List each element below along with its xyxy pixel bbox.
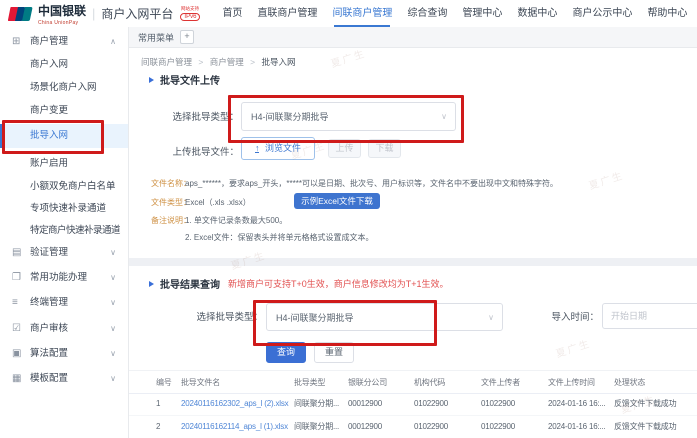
common-functions-icon: ❐ (12, 268, 21, 288)
browse-file-button[interactable]: ↑ 浏览文件 (241, 137, 315, 160)
nav-direct-merchant[interactable]: 直联商户管理 (257, 0, 317, 27)
remarks-line1: 1. 单文件记录条数最大500。 (185, 215, 287, 226)
upload-arrow-icon: ↑ (255, 144, 260, 153)
add-quick-menu-button[interactable]: + (180, 30, 194, 44)
sidebar-group-terminal-management[interactable]: ≡ 终端管理 ∨ (0, 293, 128, 313)
sidebar-item-batch-import[interactable]: 批导入网 (0, 124, 128, 148)
sample-excel-download-button[interactable]: 示例Excel文件下载 (294, 193, 380, 209)
reset-button[interactable]: 重置 (314, 342, 354, 363)
unionpay-logo-icon (8, 6, 34, 22)
sidebar-item-merchant-change[interactable]: 商户变更 (0, 101, 128, 121)
upload-section-title: 批导文件上传 (149, 72, 220, 87)
brand-divider: | (92, 6, 95, 21)
result-batch-type-label: 选择批导类型： (169, 309, 263, 323)
sidebar-item-specific-merchant-fast-channel[interactable]: 特定商户快速补录通道 (0, 221, 128, 241)
merchant-review-icon: ☑ (12, 319, 21, 339)
nav-indirect-merchant[interactable]: 间联商户管理 (332, 0, 392, 27)
result-batch-type-select[interactable]: H4-间联聚分期批导 ∨ (266, 303, 503, 331)
nav-merchant-publicity[interactable]: 商户公示中心 (572, 0, 632, 27)
sidebar: ⊞ 商户管理 ∧ 商户入网 场景化商户入网 商户变更 批导入网 账户启用 小额双… (0, 27, 129, 438)
product-title: 商户入网平台 (101, 5, 173, 22)
cert-management-icon: ▤ (12, 243, 21, 263)
sidebar-group-algorithm-config[interactable]: ▣ 算法配置 ∨ (0, 344, 128, 364)
nav-data-center[interactable]: 数据中心 (517, 0, 557, 27)
remarks-line2: 2. Excel文件：保留表头并将单元格格式设置成文本。 (185, 232, 373, 243)
sidebar-item-scenario-onboard[interactable]: 场景化商户入网 (0, 78, 128, 98)
nav-home[interactable]: 首页 (222, 0, 242, 27)
chevron-down-icon: ∨ (110, 319, 116, 339)
chevron-down-icon: ∨ (110, 369, 116, 389)
select-chevron-icon: ∨ (441, 103, 447, 130)
effective-time-notice: 新增商户可支持T+0生效，商户信息修改均为T+1生效。 (228, 277, 449, 290)
sidebar-group-common-functions[interactable]: ❐ 常用功能办理 ∨ (0, 268, 128, 288)
result-panel: 批导结果查询 新增商户可支持T+0生效，商户信息修改均为T+1生效。 选择批导类… (129, 266, 697, 438)
top-nav: 首页 直联商户管理 间联商户管理 综合查询 管理中心 数据中心 商户公示中心 帮… (222, 0, 687, 27)
merchant-onboarding-page: 中国银联 China UnionPay | 商户入网平台 网站支持 IPv6 首… (0, 0, 697, 438)
sidebar-item-special-fast-channel[interactable]: 专项快速补录通道 (0, 199, 128, 219)
upload-panel: 间联商户管理 > 商户管理 > 批导入网 批导文件上传 选择批导类型： H4-间… (129, 48, 697, 258)
top-header: 中国银联 China UnionPay | 商户入网平台 网站支持 IPv6 首… (0, 0, 697, 28)
file-link[interactable]: 20240116162114_aps_l (1).xlsx (181, 422, 294, 431)
brand-name-cn: 中国银联 (38, 4, 86, 18)
terminal-management-icon: ≡ (12, 293, 18, 313)
batch-type-select[interactable]: H4-间联聚分期批导 ∨ (241, 102, 456, 131)
import-time-start-input[interactable] (602, 303, 697, 329)
table-row: 2 20240116162114_aps_l (1).xlsx 间联聚分期...… (129, 415, 697, 438)
section-arrow-icon (149, 77, 154, 83)
template-config-icon: ▦ (12, 369, 21, 389)
quick-menu-bar: 常用菜单 + (129, 27, 697, 48)
chevron-down-icon: ∨ (110, 243, 116, 263)
upload-button[interactable]: 上传 (328, 139, 361, 158)
file-type-value: Excel（.xls .xlsx） (185, 197, 251, 208)
chevron-down-icon: ∨ (110, 293, 116, 313)
chevron-down-icon: ∨ (110, 344, 116, 364)
sidebar-group-cert-management[interactable]: ▤ 验证管理 ∨ (0, 243, 128, 263)
batch-type-label: 选择批导类型： (147, 109, 239, 123)
sidebar-group-template-config[interactable]: ▦ 模板配置 ∨ (0, 369, 128, 389)
result-table-header: 编号 批导文件名 批导类型 银联分公司 机构代码 文件上传者 文件上传时间 处理… (129, 370, 697, 394)
sidebar-group-merchant-management[interactable]: ⊞ 商户管理 ∧ (0, 32, 128, 52)
chevron-up-icon: ∧ (110, 32, 116, 52)
sidebar-item-small-amount-whitelist[interactable]: 小额双免商户白名单 (0, 177, 128, 197)
result-section-title: 批导结果查询 新增商户可支持T+0生效，商户信息修改均为T+1生效。 (149, 276, 449, 291)
file-name-rule: aps_******，要求aps_开头，*****可以是日期、批次号、用户标识等… (185, 178, 558, 189)
select-chevron-icon: ∨ (488, 304, 494, 330)
nav-management-center[interactable]: 管理中心 (462, 0, 502, 27)
sidebar-item-merchant-onboard[interactable]: 商户入网 (0, 55, 128, 75)
sidebar-item-account-enable[interactable]: 账户启用 (0, 154, 128, 174)
merchant-management-icon: ⊞ (12, 32, 20, 52)
brand: 中国银联 China UnionPay | 商户入网平台 网站支持 IPv6 (8, 2, 200, 26)
sidebar-group-merchant-review[interactable]: ☑ 商户审核 ∨ (0, 319, 128, 339)
upload-file-label: 上传批导文件： (147, 144, 239, 158)
table-row: 1 20240116162302_aps_l (2).xlsx 间联聚分期...… (129, 392, 697, 416)
file-link[interactable]: 20240116162302_aps_l (2).xlsx (181, 399, 294, 408)
download-button[interactable]: 下载 (368, 139, 401, 158)
breadcrumb: 间联商户管理 > 商户管理 > 批导入网 (141, 56, 295, 68)
ipv6-badge: 网站支持 IPv6 (180, 7, 200, 21)
nav-comprehensive-query[interactable]: 综合查询 (407, 0, 447, 27)
nav-help-center[interactable]: 帮助中心 (647, 0, 687, 27)
section-arrow-icon (149, 281, 154, 287)
brand-name-en: China UnionPay (38, 20, 86, 26)
query-button[interactable]: 查询 (266, 342, 306, 363)
chevron-down-icon: ∨ (110, 268, 116, 288)
import-time-label: 导入时间： (549, 309, 599, 323)
quick-menu-label: 常用菜单 (138, 31, 174, 44)
algorithm-config-icon: ▣ (12, 344, 21, 364)
